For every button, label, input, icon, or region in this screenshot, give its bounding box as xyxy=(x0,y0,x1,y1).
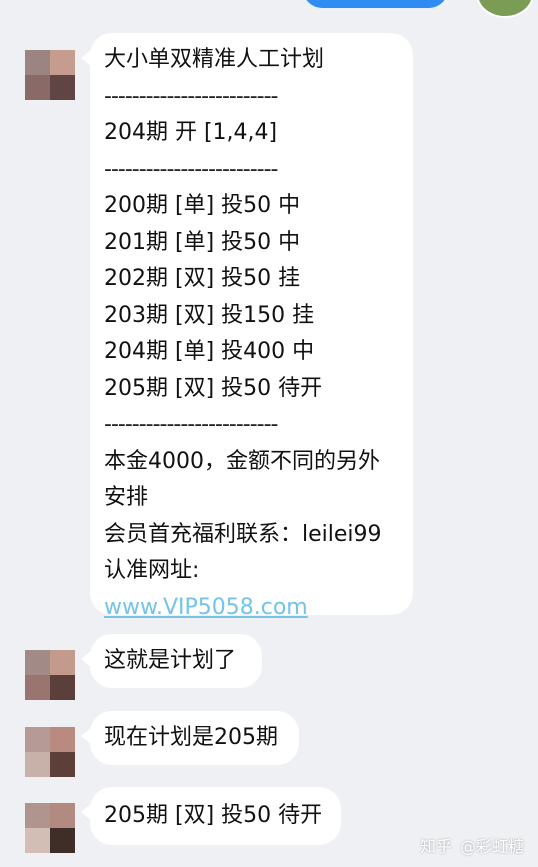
message-line: 认准网址: xyxy=(104,558,200,583)
own-avatar[interactable] xyxy=(476,0,534,18)
separator-line: ------------------------- xyxy=(104,412,278,437)
separator-line: ------------------------- xyxy=(104,83,278,109)
watermark-author: @彩虹糖 xyxy=(459,837,524,856)
message-line: 203期 [双] 投150 挂 xyxy=(104,302,315,328)
message-text: 这就是计划了 xyxy=(104,648,237,673)
message-bubble: 205期 [双] 投50 待开 xyxy=(81,787,341,845)
plan-message-bubble: 大小单双精准人工计划 ------------------------- 204… xyxy=(81,33,413,620)
sent-message-bubble[interactable] xyxy=(303,0,448,8)
website-link[interactable]: www.VIP5058.com xyxy=(104,595,308,620)
message-line: 本金4000，金额不同的另外 xyxy=(104,448,380,474)
message-line: 201期 [单] 投50 中 xyxy=(104,229,301,255)
avatar[interactable] xyxy=(25,650,75,700)
avatar[interactable] xyxy=(25,50,75,100)
watermark: 知乎 @彩虹糖 xyxy=(420,833,524,857)
message-text: 现在计划是205期 xyxy=(104,725,278,750)
message-line: 会员首充福利联系：leilei99 xyxy=(104,521,382,547)
message-line: 204期 开 [1,4,4] xyxy=(104,120,278,145)
message-bubble: 现在计划是205期 xyxy=(81,711,299,765)
avatar[interactable] xyxy=(25,727,75,777)
watermark-site: 知乎 xyxy=(419,837,452,856)
message-line: 安排 xyxy=(104,485,149,510)
message-line: 205期 [双] 投50 待开 xyxy=(104,375,323,401)
message-line: 202期 [双] 投50 挂 xyxy=(104,266,301,291)
message-line: 200期 [单] 投50 中 xyxy=(104,193,301,218)
message-line: 大小单双精准人工计划 xyxy=(104,47,325,72)
message-bubble: 这就是计划了 xyxy=(81,634,262,688)
message-line: 204期 [单] 投400 中 xyxy=(104,339,315,364)
avatar[interactable] xyxy=(25,803,75,853)
message-text: 205期 [双] 投50 待开 xyxy=(104,803,323,828)
separator-line: ------------------------- xyxy=(104,156,278,182)
